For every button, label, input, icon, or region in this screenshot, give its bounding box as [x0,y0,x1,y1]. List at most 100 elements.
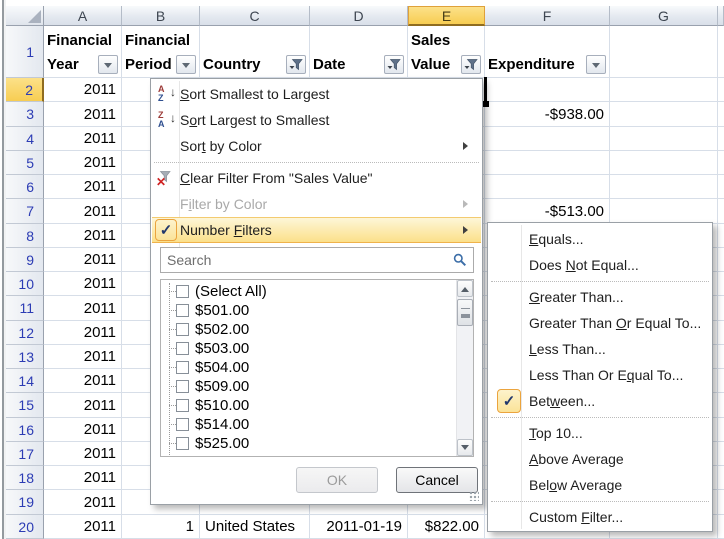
cell-edge4[interactable] [718,127,724,151]
cancel-button[interactable]: Cancel [396,467,478,493]
cell-A15[interactable]: 2011 [44,393,122,418]
cell-C20[interactable]: United States [200,515,310,539]
filter-value-item-partial[interactable] [161,453,455,457]
cell-F3[interactable]: -$938.00 [485,102,610,127]
filter-value-item[interactable]: $509.00 [161,377,455,396]
scroll-up-button[interactable] [457,280,473,297]
row-header-1[interactable]: 1 [6,26,44,78]
cell-A10[interactable]: 2011 [44,272,122,296]
checkbox[interactable] [176,304,189,317]
menu-item-clear-filter[interactable]: ✕Clear Filter From "Sales Value" [152,165,481,191]
cell-A13[interactable]: 2011 [44,345,122,369]
cell-edge6[interactable] [718,175,724,199]
cell-edge15[interactable] [718,393,724,418]
row-header-13[interactable]: 13 [6,345,44,369]
cell-edge13[interactable] [718,345,724,369]
row-header-8[interactable]: 8 [6,224,44,248]
cell-edge12[interactable] [718,321,724,345]
cell-A5[interactable]: 2011 [44,151,122,175]
column-header-edge[interactable] [718,6,724,26]
filter-value-item[interactable]: (Select All) [161,282,455,301]
checkbox[interactable] [176,323,189,336]
row-header-4[interactable]: 4 [6,127,44,151]
column-header-A[interactable]: A [44,6,122,26]
cell-G5[interactable] [610,151,718,175]
selected-cell-fill-handle[interactable] [483,101,489,107]
cell-edge20[interactable] [718,515,724,539]
row-header-2[interactable]: 2 [6,78,44,102]
column-header-G[interactable]: G [610,6,718,26]
cell-A8[interactable]: 2011 [44,224,122,248]
row-header-9[interactable]: 9 [6,248,44,272]
row-header-18[interactable]: 18 [6,466,44,490]
cell-edge2[interactable] [718,78,724,102]
cell-F4[interactable] [485,127,610,151]
cell-edge16[interactable] [718,418,724,442]
cell-G4[interactable] [610,127,718,151]
checkbox[interactable] [176,399,189,412]
checkbox[interactable] [176,361,189,374]
cell-A11[interactable]: 2011 [44,296,122,321]
filter-value-item[interactable]: $525.00 [161,434,455,453]
cell-A6[interactable]: 2011 [44,175,122,199]
list-scrollbar[interactable] [456,280,473,456]
menu-item-number-filters[interactable]: ✓Number Filters [152,217,481,243]
checkbox[interactable] [176,380,189,393]
select-all-corner[interactable] [6,6,44,26]
row-header-12[interactable]: 12 [6,321,44,345]
scroll-down-button[interactable] [457,439,473,456]
submenu-item-between[interactable]: ✓Between... [489,388,711,414]
row-header-17[interactable]: 17 [6,442,44,466]
cell-edge19[interactable] [718,490,724,515]
filter-value-item[interactable]: $503.00 [161,339,455,358]
row-header-7[interactable]: 7 [6,199,44,224]
scrollbar-thumb[interactable] [457,299,473,326]
cell-A2[interactable]: 2011 [44,78,122,102]
submenu-item-top-10[interactable]: Top 10... [489,420,711,446]
row-header-14[interactable]: 14 [6,369,44,393]
submenu-item-equals[interactable]: Equals... [489,226,711,252]
column-header-F[interactable]: F [485,6,610,26]
cell-G7[interactable] [610,199,718,224]
cell-E20[interactable]: $822.00 [408,515,485,539]
cell-edge14[interactable] [718,369,724,393]
column-header-E[interactable]: E [408,6,485,26]
cell-A16[interactable]: 2011 [44,418,122,442]
column-header-B[interactable]: B [122,6,200,26]
menu-item-sort-smallest-to-largest[interactable]: AZ↓Sort Smallest to Largest [152,81,481,107]
submenu-item-below-average[interactable]: Below Average [489,472,711,498]
cell-G2[interactable] [610,78,718,102]
cell-A9[interactable]: 2011 [44,248,122,272]
cell-A4[interactable]: 2011 [44,127,122,151]
cell-edge10[interactable] [718,272,724,296]
filter-dropdown-button-B[interactable] [176,55,196,74]
cell-A3[interactable]: 2011 [44,102,122,127]
cell-F7[interactable]: -$513.00 [485,199,610,224]
cell-edge17[interactable] [718,442,724,466]
search-icon[interactable] [453,253,467,267]
menu-item-filter-by-color[interactable]: Filter by Color [152,191,481,217]
row-header-10[interactable]: 10 [6,272,44,296]
cell-G6[interactable] [610,175,718,199]
row-header-19[interactable]: 19 [6,490,44,515]
column-header-C[interactable]: C [200,6,310,26]
cell-edge8[interactable] [718,224,724,248]
filter-applied-button-E[interactable] [461,55,481,74]
filter-value-item[interactable]: $510.00 [161,396,455,415]
cell-edge5[interactable] [718,151,724,175]
cell-A20[interactable]: 2011 [44,515,122,539]
cell-A17[interactable]: 2011 [44,442,122,466]
submenu-item-less-than[interactable]: Less Than... [489,336,711,362]
submenu-item-greater-than-or-equal-to[interactable]: Greater Than Or Equal To... [489,310,711,336]
cell-A12[interactable]: 2011 [44,321,122,345]
cell-edge9[interactable] [718,248,724,272]
filter-applied-button-D[interactable] [384,55,404,74]
checkbox[interactable] [176,342,189,355]
cell-edge7[interactable] [718,199,724,224]
cell-F5[interactable] [485,151,610,175]
filter-applied-button-C[interactable] [286,55,306,74]
checkbox[interactable] [176,437,189,450]
row-header-5[interactable]: 5 [6,151,44,175]
checkbox[interactable] [176,285,189,298]
cell-edge18[interactable] [718,466,724,490]
